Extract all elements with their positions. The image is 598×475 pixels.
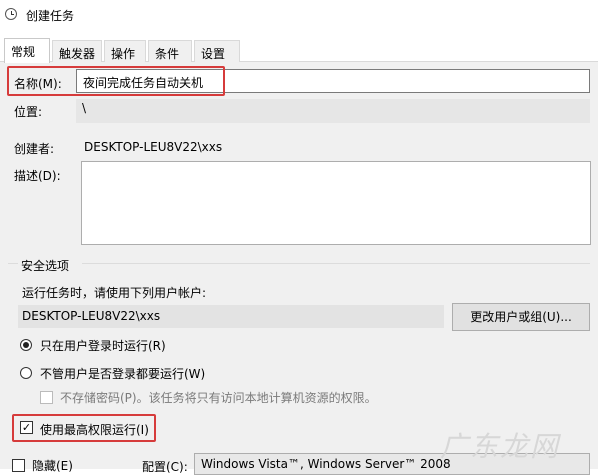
radio-run-logged-on[interactable] <box>20 339 32 351</box>
location-value: \ <box>82 101 87 115</box>
security-group-label: 安全选项 <box>21 259 70 273</box>
location-label: 位置: <box>14 105 43 119</box>
user-account-field: DESKTOP-LEU8V22\xxs <box>18 305 444 328</box>
radio-run-whether-logged[interactable] <box>20 367 32 379</box>
location-field: \ <box>76 99 590 123</box>
no-store-password-checkbox[interactable] <box>40 391 53 404</box>
tab-actions[interactable]: 操作 <box>104 40 146 62</box>
hidden-label: 隐藏(E) <box>32 459 73 473</box>
highest-privileges-highlight-box <box>12 414 156 442</box>
author-label: 创建者: <box>14 142 55 156</box>
name-highlight-box <box>7 66 225 96</box>
change-user-button[interactable]: 更改用户或组(U)... <box>452 303 590 331</box>
title-bar: 创建任务 <box>0 0 598 30</box>
no-store-password-label: 不存储密码(P)。该任务将只有访问本地计算机资源的权限。 <box>60 391 377 405</box>
watermark: 广东龙网 <box>440 425 590 465</box>
group-border-top <box>82 263 590 264</box>
tab-settings[interactable]: 设置 <box>194 40 240 62</box>
description-label: 描述(D): <box>14 169 61 183</box>
task-scheduler-clock-icon <box>5 8 17 20</box>
tab-general[interactable]: 常规 <box>4 38 50 63</box>
author-value: DESKTOP-LEU8V22\xxs <box>84 140 223 154</box>
watermark-text: 广东龙网 <box>440 430 561 463</box>
run-as-prompt: 运行任务时，请使用下列用户帐户: <box>22 286 207 300</box>
tab-triggers[interactable]: 触发器 <box>52 40 102 62</box>
radio-run-whether-logged-label: 不管用户是否登录都要运行(W) <box>40 367 206 381</box>
window-title: 创建任务 <box>26 9 75 23</box>
description-textarea[interactable] <box>81 161 591 245</box>
radio-run-logged-on-label: 只在用户登录时运行(R) <box>40 339 166 353</box>
general-tab-pane <box>0 62 598 469</box>
hidden-checkbox[interactable] <box>12 459 25 472</box>
user-account-value: DESKTOP-LEU8V22\xxs <box>22 309 161 323</box>
tab-conditions[interactable]: 条件 <box>148 40 192 62</box>
group-border-left-top <box>8 263 18 264</box>
configure-label: 配置(C): <box>142 460 188 474</box>
